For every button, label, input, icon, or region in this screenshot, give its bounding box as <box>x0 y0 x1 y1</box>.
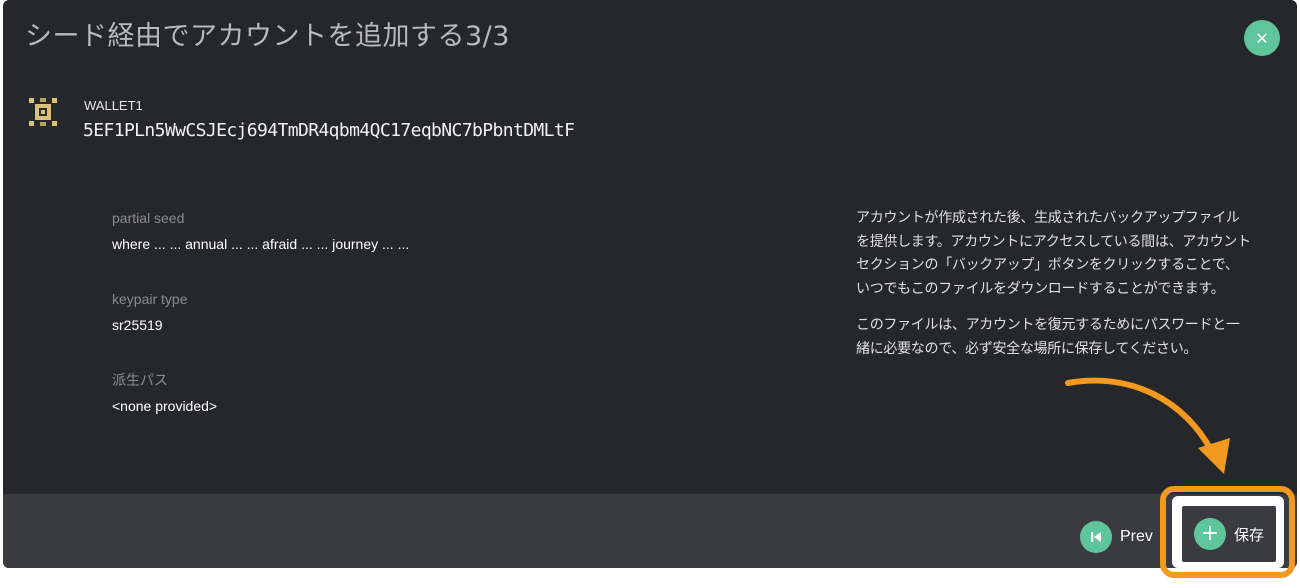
backup-info-paragraph-2: このファイルは、アカウントを復元するためにパスワードと一緒に必要なので、必ず安全… <box>856 317 1240 357</box>
partial-seed-label: partial seed <box>112 210 185 226</box>
save-highlight-frame <box>1160 486 1295 578</box>
skip-back-icon <box>1080 521 1112 553</box>
account-name: WALLET1 <box>84 98 143 113</box>
add-account-modal: シード経由でアカウントを追加する3/3 ✕ WALLET1 5EF1PLn5Ww… <box>3 0 1297 568</box>
partial-seed-value: where ... ... annual ... ... afraid ... … <box>112 236 410 252</box>
close-button[interactable]: ✕ <box>1244 20 1280 56</box>
keypair-type-value: sr25519 <box>112 317 163 333</box>
derivation-path-label: 派生パス <box>112 372 168 388</box>
prev-label: Prev <box>1120 528 1153 545</box>
keypair-type-label: keypair type <box>112 291 188 307</box>
derivation-path-value: <none provided> <box>112 398 218 414</box>
account-avatar-icon <box>29 98 57 126</box>
backup-info: アカウントが作成された後、生成されたバックアップファイルを提供します。アカウント… <box>856 207 1251 374</box>
backup-info-paragraph-1: アカウントが作成された後、生成されたバックアップファイルを提供します。アカウント… <box>856 210 1251 297</box>
prev-button[interactable]: Prev <box>1080 520 1153 554</box>
modal-title: シード経由でアカウントを追加する3/3 <box>25 21 510 52</box>
close-icon: ✕ <box>1255 28 1269 48</box>
account-address: 5EF1PLn5WwCSJEcj694TmDR4qbm4QC17eqbNC7bP… <box>83 120 575 141</box>
